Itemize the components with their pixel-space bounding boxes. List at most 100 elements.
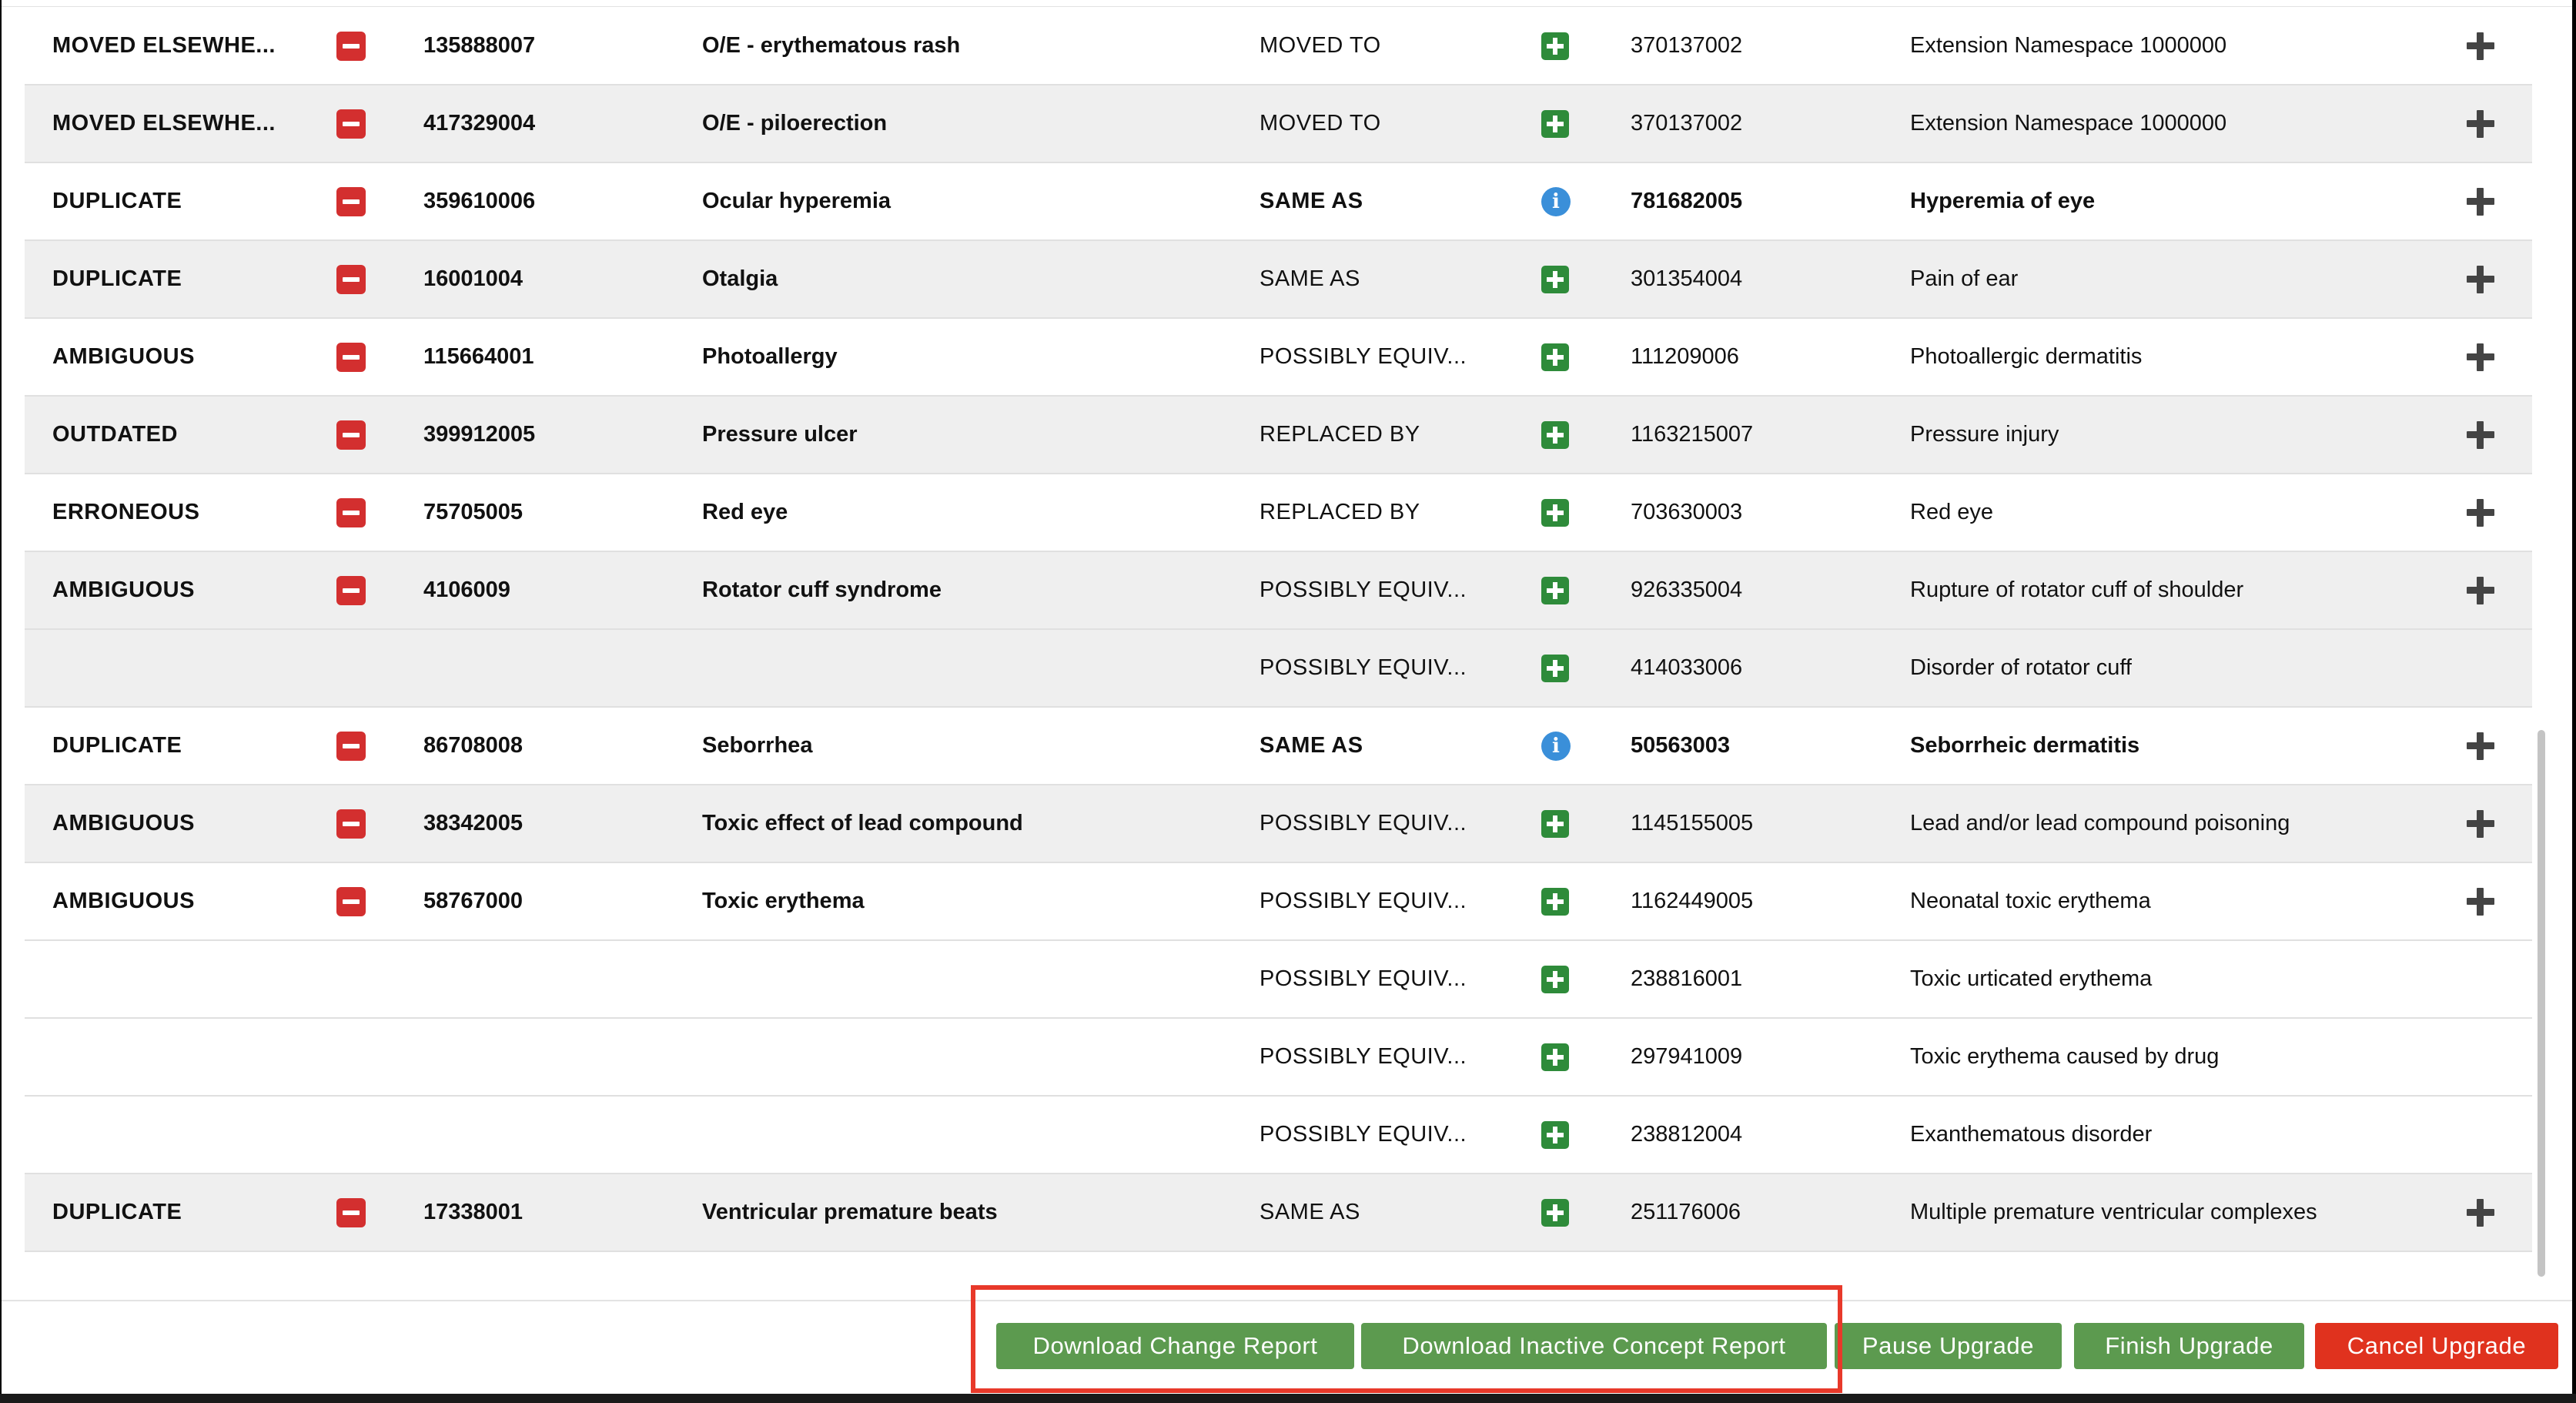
association-type: POSSIBLY EQUIV... — [1260, 655, 1467, 680]
table-scrollbar[interactable] — [2538, 730, 2545, 1277]
association-type: POSSIBLY EQUIV... — [1260, 1044, 1467, 1069]
info-circle-icon: i — [1541, 731, 1571, 761]
replacement-concept-name: Pain of ear — [1910, 266, 2019, 291]
pause-upgrade-button[interactable]: Pause Upgrade — [1835, 1323, 2062, 1369]
add-cell — [2465, 863, 2496, 939]
old-concept-name: Seborrhea — [702, 733, 813, 758]
download-inactive-concept-report-button[interactable]: Download Inactive Concept Report — [1361, 1323, 1827, 1369]
plus-square-icon — [1541, 1120, 1569, 1149]
plus-square-icon — [1541, 265, 1569, 293]
replacement-concept-id: 238816001 — [1631, 966, 1743, 991]
old-concept-id: 16001004 — [423, 266, 524, 291]
minus-square-icon — [336, 1197, 366, 1227]
add-cell — [2465, 552, 2496, 628]
status-cell — [1541, 1174, 1569, 1251]
plus-square-icon — [1541, 109, 1569, 138]
plus-icon[interactable] — [2465, 809, 2496, 839]
plus-icon[interactable] — [2465, 1197, 2496, 1228]
minus-square-icon — [336, 109, 366, 139]
inactivation-reason: DUPLICATE — [52, 1200, 182, 1224]
replacement-concept-name: Toxic urticated erythema — [1910, 966, 2153, 991]
plus-icon[interactable] — [2465, 31, 2496, 62]
plus-icon[interactable] — [2465, 109, 2496, 139]
status-cell — [1541, 1097, 1569, 1173]
old-concept-name: Ventricular premature beats — [702, 1200, 998, 1224]
remove-cell — [336, 85, 366, 162]
table-row: DUPLICATE 17338001 Ventricular premature b… — [25, 1174, 2532, 1252]
replacement-concept-id: 111209006 — [1631, 344, 1739, 369]
status-cell — [1541, 397, 1569, 473]
plus-square-icon — [1541, 420, 1569, 449]
replacement-concept-id: 926335004 — [1631, 578, 1743, 602]
replacement-concept-id: 251176006 — [1631, 1200, 1741, 1224]
plus-square-icon — [1541, 343, 1569, 371]
table-row: POSSIBLY EQUIV... 238812004 Exanthematous … — [25, 1097, 2532, 1174]
finish-upgrade-button[interactable]: Finish Upgrade — [2074, 1323, 2304, 1369]
table-row: MOVED ELSEWHE... 417329004 O/E - piloerect… — [25, 85, 2532, 163]
plus-square-icon — [1541, 809, 1569, 838]
plus-square-icon — [1541, 1198, 1569, 1227]
replacement-concept-name: Neonatal toxic erythema — [1910, 889, 2151, 913]
remove-cell — [336, 163, 366, 239]
minus-square-icon — [336, 420, 366, 450]
old-concept-id: 417329004 — [423, 111, 536, 136]
inactive-concepts-table: MOVED ELSEWHE... 135888007 O/E - erythemat… — [25, 8, 2532, 1252]
association-type: POSSIBLY EQUIV... — [1260, 966, 1467, 991]
replacement-concept-id: 414033006 — [1631, 655, 1743, 680]
inactivation-reason: DUPLICATE — [52, 189, 182, 213]
status-cell: i — [1541, 708, 1571, 784]
replacement-concept-id: 703630003 — [1631, 500, 1743, 524]
replacement-concept-id: 370137002 — [1631, 33, 1743, 58]
plus-square-icon — [1541, 32, 1569, 60]
old-concept-name: O/E - erythematous rash — [702, 33, 961, 58]
add-cell — [2465, 163, 2496, 239]
remove-cell — [336, 785, 366, 862]
status-cell — [1541, 241, 1569, 317]
plus-icon[interactable] — [2465, 420, 2496, 450]
plus-square-icon — [1541, 887, 1569, 916]
remove-cell — [336, 552, 366, 628]
upgrade-dialog: MOVED ELSEWHE... 135888007 O/E - erythemat… — [2, 0, 2572, 1394]
plus-icon[interactable] — [2465, 731, 2496, 762]
old-concept-id: 17338001 — [423, 1200, 524, 1224]
add-cell — [2465, 241, 2496, 317]
association-type: MOVED TO — [1260, 111, 1381, 136]
minus-square-icon — [336, 264, 366, 294]
replacement-concept-id: 301354004 — [1631, 266, 1743, 291]
association-type: POSSIBLY EQUIV... — [1260, 811, 1467, 835]
replacement-concept-name: Rupture of rotator cuff of shoulder — [1910, 578, 2244, 602]
add-cell — [2465, 397, 2496, 473]
plus-icon[interactable] — [2465, 264, 2496, 295]
status-cell — [1541, 1019, 1569, 1095]
plus-icon[interactable] — [2465, 186, 2496, 217]
plus-icon[interactable] — [2465, 575, 2496, 606]
replacement-concept-id: 297941009 — [1631, 1044, 1743, 1069]
replacement-concept-id: 1162449005 — [1631, 889, 1754, 913]
table-row: OUTDATED 399912005 Pressure ulcer REPLACED … — [25, 397, 2532, 474]
plus-square-icon — [1541, 1043, 1569, 1071]
old-concept-name: Rotator cuff syndrome — [702, 578, 942, 602]
status-cell — [1541, 319, 1569, 395]
cancel-upgrade-button[interactable]: Cancel Upgrade — [2315, 1323, 2558, 1369]
association-type: POSSIBLY EQUIV... — [1260, 1122, 1467, 1147]
status-cell — [1541, 474, 1569, 551]
replacement-concept-name: Disorder of rotator cuff — [1910, 655, 2132, 680]
footer-divider — [2, 1300, 2572, 1301]
table-row: POSSIBLY EQUIV... 297941009 Toxic erythema… — [25, 1019, 2532, 1097]
association-type: SAME AS — [1260, 189, 1363, 213]
plus-icon[interactable] — [2465, 342, 2496, 373]
status-cell — [1541, 85, 1569, 162]
plus-icon[interactable] — [2465, 886, 2496, 917]
replacement-concept-id: 238812004 — [1631, 1122, 1743, 1147]
remove-cell — [336, 474, 366, 551]
replacement-concept-name: Seborrheic dermatitis — [1910, 733, 2140, 758]
download-change-report-button[interactable]: Download Change Report — [996, 1323, 1354, 1369]
old-concept-id: 75705005 — [423, 500, 524, 524]
old-concept-name: O/E - piloerection — [702, 111, 888, 136]
minus-square-icon — [336, 186, 366, 216]
replacement-concept-name: Extension Namespace 1000000 — [1910, 33, 2227, 58]
replacement-concept-id: 370137002 — [1631, 111, 1743, 136]
plus-icon[interactable] — [2465, 497, 2496, 528]
minus-square-icon — [336, 497, 366, 527]
remove-cell — [336, 1174, 366, 1251]
